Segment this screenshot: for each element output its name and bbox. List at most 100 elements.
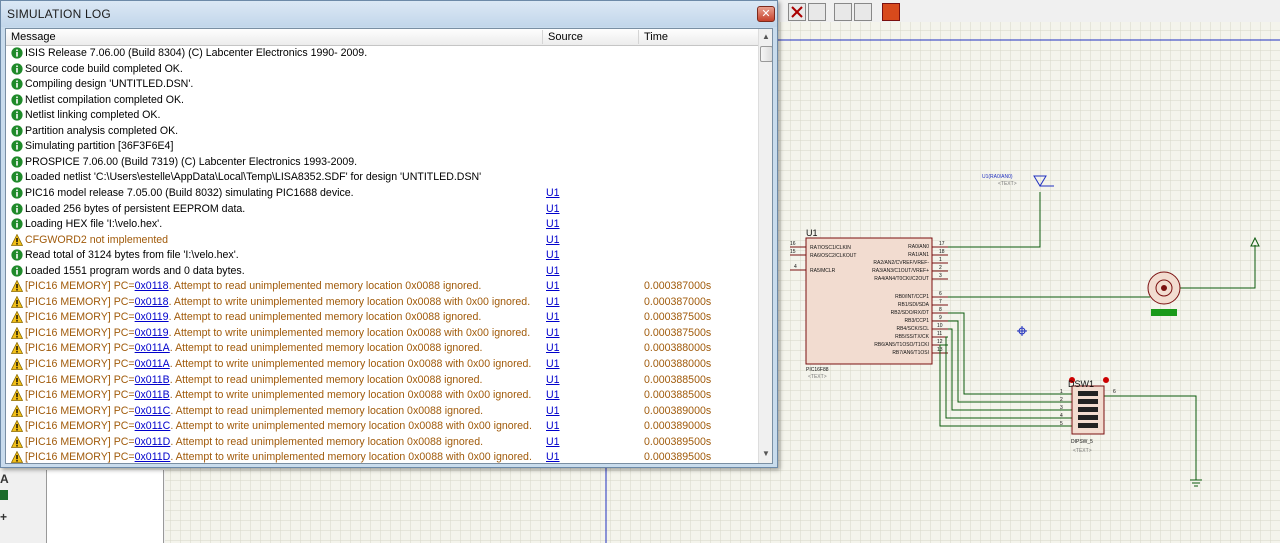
log-row[interactable]: Compiling design 'UNTITLED.DSN'.: [6, 77, 758, 93]
info-icon: [11, 218, 23, 230]
dsw-pin-num: 4: [1060, 413, 1063, 419]
document-icon[interactable]: [834, 3, 852, 21]
log-row[interactable]: ISIS Release 7.06.00 (Build 8304) (C) La…: [6, 46, 758, 62]
log-row[interactable]: [PIC16 MEMORY] PC=0x0118. Attempt to rea…: [6, 279, 758, 295]
log-row[interactable]: Loaded netlist 'C:\Users\estelle\AppData…: [6, 170, 758, 186]
source-link[interactable]: U1: [546, 388, 560, 403]
log-row[interactable]: [PIC16 MEMORY] PC=0x011D. Attempt to rea…: [6, 435, 758, 451]
log-message: [PIC16 MEMORY] PC=0x0118. Attempt to rea…: [25, 279, 481, 294]
probe-icon[interactable]: [808, 3, 826, 21]
window-title: SIMULATION LOG: [7, 7, 111, 21]
title-bar[interactable]: SIMULATION LOG ✕: [1, 1, 777, 27]
source-link[interactable]: U1: [546, 326, 560, 341]
log-message-prefix: [PIC16 MEMORY] PC=: [25, 280, 135, 293]
mcu-u1[interactable]: U1 PIC16F88 <TEXT> 16 15 4 RA7/OSC1/CLKI…: [790, 228, 948, 380]
source-link[interactable]: U1: [546, 217, 560, 232]
source-link[interactable]: U1: [546, 202, 560, 217]
column-header-message[interactable]: Message: [6, 30, 543, 44]
mcu-left-pin-label: RA6/OSC2/CLKOUT: [810, 253, 856, 259]
pc-address-link[interactable]: 0x011B: [135, 374, 170, 386]
log-row[interactable]: Netlist compilation completed OK.: [6, 93, 758, 109]
log-row[interactable]: [PIC16 MEMORY] PC=0x011A. Attempt to wri…: [6, 357, 758, 373]
delete-icon[interactable]: [788, 3, 806, 21]
source-link[interactable]: U1: [546, 419, 560, 434]
log-message: [PIC16 MEMORY] PC=0x011B. Attempt to wri…: [25, 388, 531, 403]
source-link[interactable]: U1: [546, 264, 560, 279]
log-row[interactable]: Loading HEX file 'I:\velo.hex'. U1: [6, 217, 758, 233]
log-message-text: . Attempt to read unimplemented memory l…: [170, 404, 484, 417]
bom-report-icon[interactable]: [882, 3, 900, 21]
pc-address-link[interactable]: 0x0118: [135, 280, 169, 292]
source-link[interactable]: U1: [546, 186, 560, 201]
log-row[interactable]: [PIC16 MEMORY] PC=0x011C. Attempt to wri…: [6, 419, 758, 435]
source-link[interactable]: U1: [546, 341, 560, 356]
source-link[interactable]: U1: [546, 404, 560, 419]
column-header-time[interactable]: Time: [639, 30, 758, 44]
log-row[interactable]: [PIC16 MEMORY] PC=0x0118. Attempt to wri…: [6, 295, 758, 311]
source-link[interactable]: U1: [546, 357, 560, 372]
log-message: Simulating partition [36F3F6E4]: [25, 140, 174, 153]
scroll-up-arrow-icon[interactable]: ▲: [760, 30, 772, 44]
log-row[interactable]: Netlist linking completed OK.: [6, 108, 758, 124]
log-row[interactable]: CFGWORD2 not implemented U1: [6, 233, 758, 249]
log-row[interactable]: Loaded 1551 program words and 0 data byt…: [6, 264, 758, 280]
scrollbar-thumb[interactable]: [760, 46, 772, 62]
pc-address-link[interactable]: 0x011D: [135, 436, 171, 448]
origin-tool-icon[interactable]: +: [0, 510, 7, 524]
log-row[interactable]: PROSPICE 7.06.00 (Build 7319) (C) Labcen…: [6, 155, 758, 171]
pc-address-link[interactable]: 0x0118: [135, 296, 169, 308]
pc-address-link[interactable]: 0x011C: [135, 405, 171, 417]
log-row[interactable]: [PIC16 MEMORY] PC=0x011C. Attempt to rea…: [6, 404, 758, 420]
log-row[interactable]: [PIC16 MEMORY] PC=0x0119. Attempt to rea…: [6, 310, 758, 326]
mcu-right-pin-num: 18: [939, 249, 945, 255]
source-link[interactable]: U1: [546, 450, 560, 463]
info-icon: [11, 62, 23, 75]
log-row[interactable]: Source code build completed OK.: [6, 62, 758, 78]
log-time: 0.000388500s: [644, 389, 712, 402]
log-message: Read total of 3124 bytes from file 'I:\v…: [25, 249, 239, 262]
pc-address-link[interactable]: 0x0119: [135, 311, 169, 323]
pc-address-link[interactable]: 0x011A: [135, 358, 170, 370]
source-link[interactable]: U1: [546, 435, 560, 450]
log-row[interactable]: [PIC16 MEMORY] PC=0x011A. Attempt to rea…: [6, 341, 758, 357]
export-icon[interactable]: [854, 3, 872, 21]
component-tool-icon[interactable]: [0, 490, 8, 500]
scroll-down-arrow-icon[interactable]: ▼: [760, 447, 772, 461]
log-list[interactable]: Message Source Time ISIS Release 7.06.00…: [5, 28, 773, 464]
close-button[interactable]: ✕: [757, 6, 775, 22]
mcu-right-pin-label: RA1/AN1: [908, 252, 929, 258]
log-row[interactable]: [PIC16 MEMORY] PC=0x011B. Attempt to wri…: [6, 388, 758, 404]
log-message-text: . Attempt to read unimplemented memory l…: [169, 373, 483, 386]
log-row[interactable]: Simulating partition [36F3F6E4]: [6, 139, 758, 155]
pc-address-link[interactable]: 0x011A: [135, 342, 170, 354]
log-row[interactable]: [PIC16 MEMORY] PC=0x011D. Attempt to wri…: [6, 450, 758, 464]
dsw-pin-num: 2: [1060, 397, 1063, 403]
mcu-right-pin-label: RB6/AN5/T1OSO/T1CKI: [874, 342, 929, 348]
pc-address-link[interactable]: 0x011C: [135, 420, 171, 432]
log-row[interactable]: Loaded 256 bytes of persistent EEPROM da…: [6, 202, 758, 218]
pc-address-link[interactable]: 0x011B: [135, 389, 170, 401]
source-link[interactable]: U1: [546, 233, 560, 248]
log-row[interactable]: [PIC16 MEMORY] PC=0x0119. Attempt to wri…: [6, 326, 758, 342]
log-message-prefix: [PIC16 MEMORY] PC=: [25, 295, 135, 308]
pc-address-link[interactable]: 0x0119: [135, 327, 169, 339]
log-row[interactable]: Read total of 3124 bytes from file 'I:\v…: [6, 248, 758, 264]
log-message-text: . Attempt to write unimplemented memory …: [170, 451, 532, 464]
mcu-right-pin-num: 12: [937, 339, 943, 345]
source-link[interactable]: U1: [546, 310, 560, 325]
mcu-right-pin-num: 8: [939, 307, 942, 313]
pc-address-link[interactable]: 0x011D: [135, 451, 171, 463]
column-header-source[interactable]: Source: [543, 30, 639, 44]
text-tool-icon[interactable]: A: [0, 472, 9, 486]
source-link[interactable]: U1: [546, 248, 560, 263]
log-row[interactable]: Partition analysis completed OK.: [6, 124, 758, 140]
motor-component[interactable]: [1147, 271, 1181, 316]
log-row[interactable]: PIC16 model release 7.05.00 (Build 8032)…: [6, 186, 758, 202]
log-row[interactable]: [PIC16 MEMORY] PC=0x011B. Attempt to rea…: [6, 373, 758, 389]
vertical-scrollbar[interactable]: ▲ ▼: [758, 29, 772, 463]
mcu-ref-label: U1: [806, 228, 818, 238]
source-link[interactable]: U1: [546, 295, 560, 310]
source-link[interactable]: U1: [546, 373, 560, 388]
device-list[interactable]: [46, 470, 164, 543]
source-link[interactable]: U1: [546, 279, 560, 294]
